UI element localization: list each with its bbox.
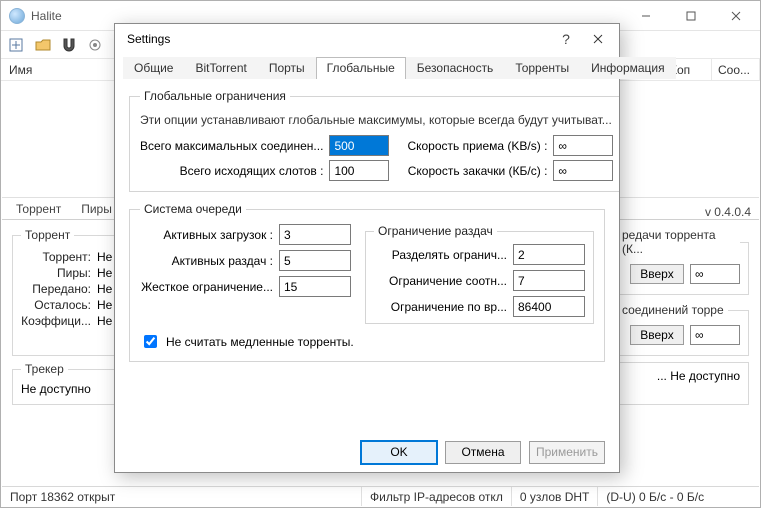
settings-dialog: Settings ? Общие BitTorrent Порты Глобал… <box>114 23 620 473</box>
status-ipfilter: Фильтр IP-адресов откл <box>362 487 512 506</box>
val-torrent: Не <box>97 250 112 264</box>
lbl-active-seed: Активных раздач : <box>140 254 273 268</box>
conn-limit-legend: соединений торре <box>618 303 728 317</box>
open-folder-icon[interactable] <box>33 35 53 55</box>
app-title: Halite <box>31 9 62 23</box>
input-ratio[interactable] <box>513 270 585 291</box>
queue-legend: Система очереди <box>140 202 246 216</box>
global-limits-legend: Глобальные ограничения <box>140 89 290 103</box>
maximize-button[interactable] <box>668 2 713 30</box>
ok-button[interactable]: OK <box>361 441 437 464</box>
seed-limits-legend: Ограничение раздач <box>374 224 497 238</box>
dialog-help-button[interactable]: ? <box>551 31 581 47</box>
dialog-close-button[interactable] <box>581 32 615 47</box>
input-ul-rate[interactable] <box>553 160 613 181</box>
dont-count-slow-label: Не считать медленные торренты. <box>166 335 354 349</box>
val-ratio: Не <box>97 314 112 328</box>
lbl-peers: Пиры: <box>21 266 91 280</box>
input-active-dl[interactable] <box>279 224 351 245</box>
tab-ports[interactable]: Порты <box>258 57 316 79</box>
dialog-titlebar: Settings ? <box>115 24 619 54</box>
minimize-button[interactable] <box>623 2 668 30</box>
tracker-right-group: ... Не доступно <box>609 362 749 405</box>
statusbar: Порт 18362 открыт Фильтр IP-адресов откл… <box>2 486 759 506</box>
dont-count-slow-checkbox[interactable]: Не считать медленные торренты. <box>140 332 594 351</box>
lbl-remaining: Осталось: <box>21 298 91 312</box>
app-icon <box>9 8 25 24</box>
lbl-upload-slots: Всего исходящих слотов : <box>140 164 323 178</box>
rate-up-button[interactable]: Вверх <box>630 264 684 284</box>
rate-limit-legend: редачи торрента (К... <box>618 228 740 256</box>
dialog-title: Settings <box>127 32 551 46</box>
tab-global[interactable]: Глобальные <box>316 57 406 79</box>
apply-button[interactable]: Применить <box>529 441 605 464</box>
lbl-ul-rate: Скорость закачки (КБ/с) : <box>407 164 547 178</box>
input-max-conn[interactable] <box>329 135 389 156</box>
lbl-ratio: Ограничение соотн... <box>374 274 507 288</box>
lbl-active-dl: Активных загрузок : <box>140 228 273 242</box>
column-messages[interactable]: Соо... <box>712 59 760 80</box>
tab-torrent[interactable]: Торрент <box>6 199 71 219</box>
lbl-max-conn: Всего максимальных соединен... <box>140 139 323 153</box>
new-torrent-icon[interactable] <box>7 35 27 55</box>
status-dht: 0 узлов DHT <box>512 487 599 506</box>
input-hard-limit[interactable] <box>279 276 351 297</box>
dialog-button-row: OK Отмена Применить <box>115 432 619 472</box>
queue-group: Система очереди Активных загрузок : Акти… <box>129 202 605 362</box>
input-time[interactable] <box>513 296 585 317</box>
global-limits-group: Глобальные ограничения Эти опции устанав… <box>129 89 619 192</box>
status-port: Порт 18362 открыт <box>2 487 362 506</box>
dialog-tabs: Общие BitTorrent Порты Глобальные Безопа… <box>115 54 619 78</box>
dont-count-slow-input[interactable] <box>144 335 157 348</box>
input-upload-slots[interactable] <box>329 160 389 181</box>
input-active-seed[interactable] <box>279 250 351 271</box>
lbl-torrent: Торрент: <box>21 250 91 264</box>
input-share[interactable] <box>513 244 585 265</box>
settings-icon[interactable] <box>85 35 105 55</box>
lbl-hard-limit: Жесткое ограничение... <box>140 280 273 294</box>
lbl-share: Разделять огранич... <box>374 248 507 262</box>
lbl-dl-rate: Скорость приема (KB/s) : <box>407 139 547 153</box>
main-window: Halite Имя Коп Соо... Торрент Пиры Ф v 0… <box>0 0 761 508</box>
magnet-icon[interactable] <box>59 35 79 55</box>
cancel-button[interactable]: Отмена <box>445 441 521 464</box>
tab-bittorrent[interactable]: BitTorrent <box>184 57 257 79</box>
input-dl-rate[interactable] <box>553 135 613 156</box>
conn-up-input[interactable] <box>690 325 740 345</box>
lbl-sent: Передано: <box>21 282 91 296</box>
tab-security[interactable]: Безопасность <box>406 57 505 79</box>
tab-info[interactable]: Информация <box>580 57 675 79</box>
val-peers: Не <box>97 266 112 280</box>
status-rates: (D-U) 0 Б/с - 0 Б/с <box>598 487 759 506</box>
torrent-info-legend: Торрент <box>21 228 74 242</box>
version-label: v 0.4.0.4 <box>705 205 751 219</box>
tracker-right-value: ... Не доступно <box>618 369 740 383</box>
dialog-body: Глобальные ограничения Эти опции устанав… <box>115 79 619 432</box>
conn-up-button[interactable]: Вверх <box>630 325 684 345</box>
tracker-legend: Трекер <box>21 362 68 376</box>
lbl-time: Ограничение по вр... <box>374 300 507 314</box>
val-remaining: Не <box>97 298 112 312</box>
global-limits-hint: Эти опции устанавливают глобальные макси… <box>140 113 613 127</box>
val-sent: Не <box>97 282 112 296</box>
tab-torrents[interactable]: Торренты <box>504 57 580 79</box>
tab-general[interactable]: Общие <box>123 57 184 79</box>
seed-limits-group: Ограничение раздач Разделять огранич... … <box>365 224 594 324</box>
lbl-ratio: Коэффици... <box>21 314 91 328</box>
rate-up-input[interactable] <box>690 264 740 284</box>
conn-limit-group: соединений торре Вверх <box>609 303 749 356</box>
rate-limit-group: редачи торрента (К... Вверх <box>609 228 749 295</box>
close-button[interactable] <box>713 2 758 30</box>
